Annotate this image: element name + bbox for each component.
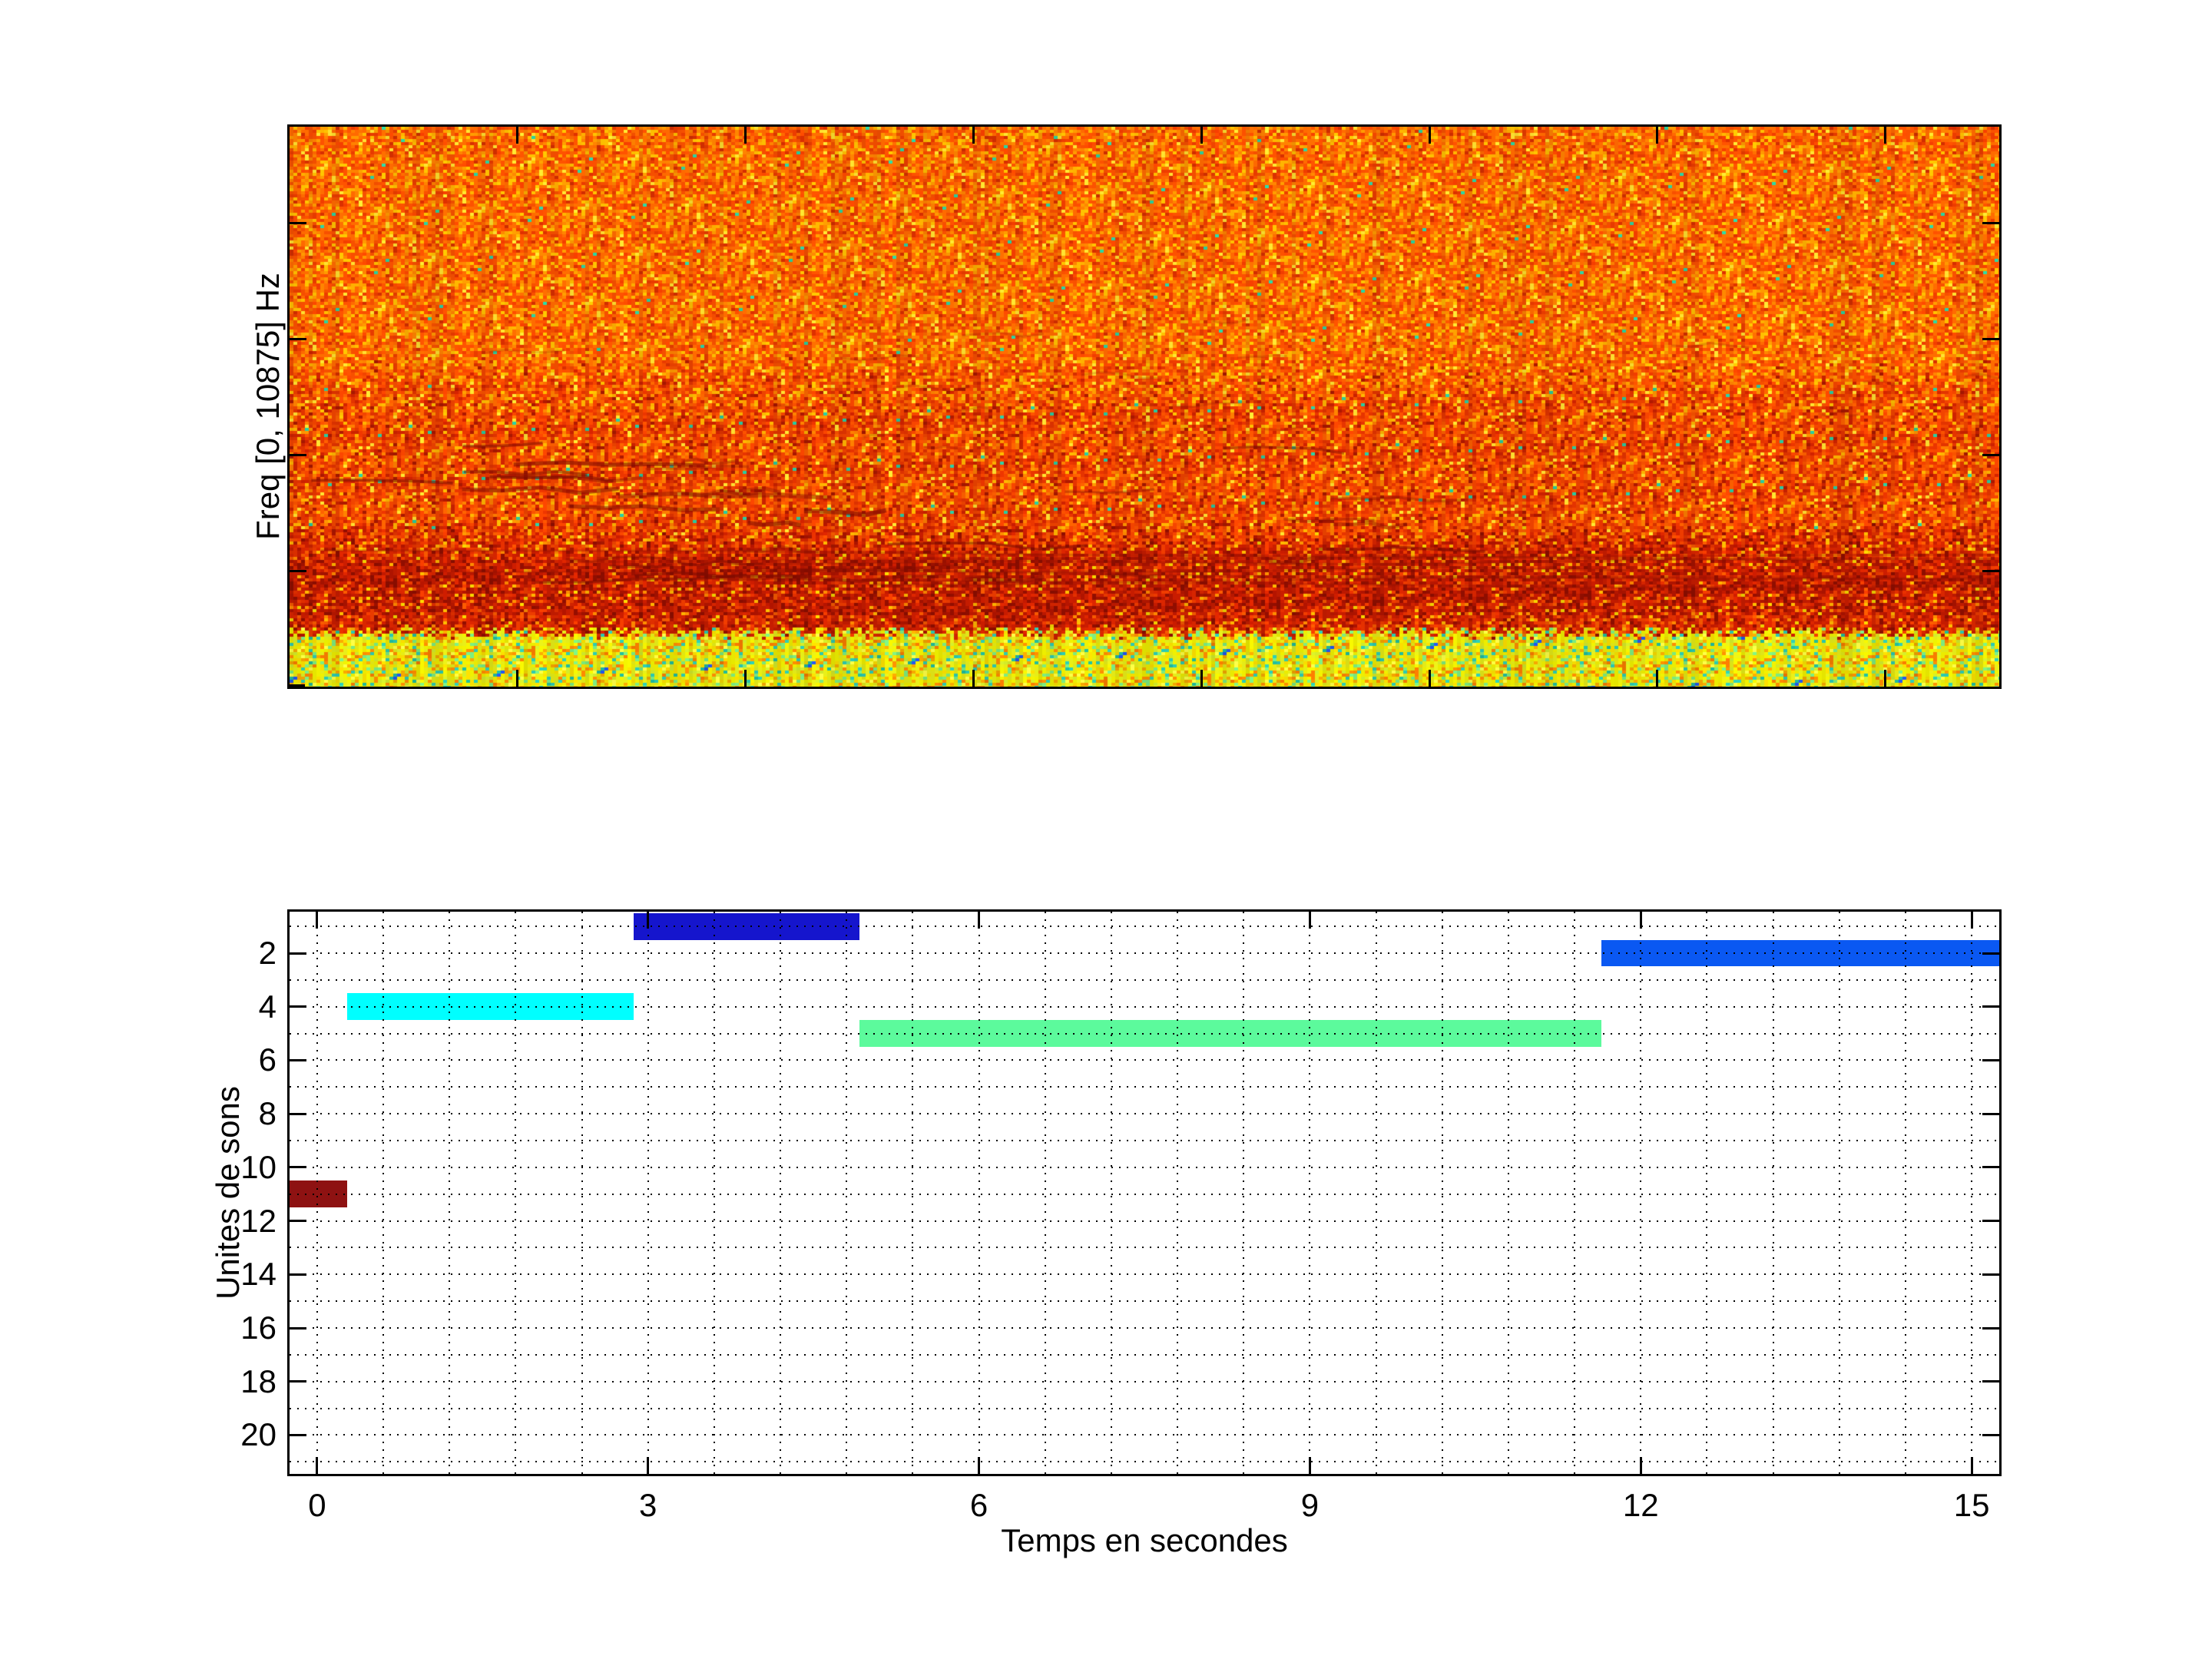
y-axis-tick [290, 1059, 306, 1061]
spectrogram-image [290, 127, 1999, 687]
y-axis-tick-right [1982, 1220, 1999, 1222]
grid-line-horizontal [290, 1327, 1999, 1329]
spectrogram-x-tick [516, 670, 518, 687]
x-axis-tick-top [978, 912, 980, 929]
grid-line-horizontal [290, 979, 1999, 981]
x-axis-tick [978, 1457, 980, 1474]
y-axis-tick [290, 1380, 306, 1382]
spectrogram-x-tick-top [1429, 127, 1431, 144]
x-tick-label: 12 [1594, 1487, 1687, 1524]
spectrogram-x-tick-top [972, 127, 975, 144]
y-axis-tick [290, 1005, 306, 1008]
spectrogram-y-tick-right [1982, 454, 1999, 456]
y-tick-label: 10 [123, 1147, 276, 1187]
spectrogram-x-tick-top [516, 127, 518, 144]
y-axis-tick-right [1982, 1113, 1999, 1115]
y-tick-label: 8 [123, 1094, 276, 1134]
y-axis-tick-right [1982, 1327, 1999, 1330]
spectrogram-y-tick-zero [290, 684, 305, 687]
x-tick-label: 15 [1926, 1487, 2018, 1524]
y-axis-tick [290, 1273, 306, 1276]
x-axis-tick [1640, 1457, 1642, 1474]
x-axis-tick-top [1971, 912, 1973, 929]
grid-line-horizontal [290, 1140, 1999, 1141]
spectrogram-x-tick-top [1200, 127, 1203, 144]
grid-line-horizontal [290, 1033, 1999, 1035]
grid-line-horizontal [290, 1354, 1999, 1356]
grid-line-horizontal [290, 1461, 1999, 1462]
spectrogram-x-tick [744, 670, 747, 687]
grid-line-horizontal [290, 1006, 1999, 1008]
timeline-xlabel: Temps en secondes [876, 1522, 1413, 1561]
spectrogram-x-tick-top [1884, 127, 1886, 144]
spectrogram-x-tick-top [1656, 127, 1658, 144]
y-axis-tick [290, 1434, 306, 1436]
grid-line-horizontal [290, 1434, 1999, 1435]
x-axis-tick-top [316, 912, 318, 929]
x-axis-tick-top [647, 912, 649, 929]
x-axis-tick-top [1640, 912, 1642, 929]
grid-line-horizontal [290, 1113, 1999, 1114]
x-axis-tick-top [1309, 912, 1311, 929]
grid-line-horizontal [290, 952, 1999, 954]
x-tick-label: 0 [271, 1487, 363, 1524]
grid-line-horizontal [290, 1167, 1999, 1168]
spectrogram-y-tick [290, 454, 306, 456]
x-tick-label: 9 [1263, 1487, 1356, 1524]
y-axis-tick [290, 1166, 306, 1168]
y-axis-tick-right [1982, 1380, 1999, 1382]
x-axis-tick [647, 1457, 649, 1474]
x-axis-tick [1971, 1457, 1973, 1474]
y-tick-label: 16 [123, 1308, 276, 1348]
grid-line-horizontal [290, 1273, 1999, 1275]
y-tick-label: 2 [123, 933, 276, 973]
y-axis-tick [290, 1327, 306, 1330]
spectrogram-y-tick [290, 222, 306, 224]
spectrogram-x-tick-top [744, 127, 747, 144]
spectrogram-y-tick [290, 338, 306, 340]
grid-line-horizontal [290, 1381, 1999, 1382]
spectrogram-x-tick [1656, 670, 1658, 687]
timeline-plot [287, 909, 2002, 1476]
spectrogram-plot [287, 124, 2002, 689]
grid-line-horizontal [290, 1194, 1999, 1195]
spectrogram-x-tick [1429, 670, 1431, 687]
y-axis-tick-right [1982, 952, 1999, 955]
y-axis-tick [290, 1113, 306, 1115]
spectrogram-y-tick [290, 570, 306, 572]
y-axis-tick-right [1982, 1434, 1999, 1436]
y-axis-tick [290, 1220, 306, 1222]
grid-line-horizontal [290, 926, 1999, 927]
y-tick-label: 4 [123, 987, 276, 1027]
x-axis-tick [316, 1457, 318, 1474]
spectrogram-x-tick [1200, 670, 1203, 687]
y-axis-tick-right [1982, 1059, 1999, 1061]
spectrogram-ylabel: Freq [0, 10875] Hz [245, 176, 291, 637]
x-tick-label: 6 [933, 1487, 1025, 1524]
grid-line-horizontal [290, 1059, 1999, 1061]
grid-line-horizontal [290, 1408, 1999, 1409]
y-tick-label: 18 [123, 1362, 276, 1402]
x-tick-label: 3 [602, 1487, 694, 1524]
figure: Freq [0, 10875] Hz Unites de sons Temps … [0, 0, 2212, 1659]
y-axis-tick-right [1982, 1273, 1999, 1276]
y-tick-label: 6 [123, 1040, 276, 1080]
y-tick-label: 14 [123, 1254, 276, 1294]
y-tick-label: 20 [123, 1415, 276, 1455]
grid-line-horizontal [290, 1300, 1999, 1302]
y-tick-label: 12 [123, 1201, 276, 1241]
spectrogram-x-tick [972, 670, 975, 687]
spectrogram-y-tick-right [1982, 222, 1999, 224]
spectrogram-x-tick [1884, 670, 1886, 687]
spectrogram-y-tick-right [1982, 338, 1999, 340]
spectrogram-y-tick-right [1982, 570, 1999, 572]
grid-line-horizontal [290, 1247, 1999, 1248]
grid-line-horizontal [290, 1086, 1999, 1088]
grid-line-horizontal [290, 1220, 1999, 1222]
y-axis-tick-right [1982, 1005, 1999, 1008]
y-axis-tick [290, 952, 306, 955]
y-axis-tick-right [1982, 1166, 1999, 1168]
x-axis-tick [1309, 1457, 1311, 1474]
